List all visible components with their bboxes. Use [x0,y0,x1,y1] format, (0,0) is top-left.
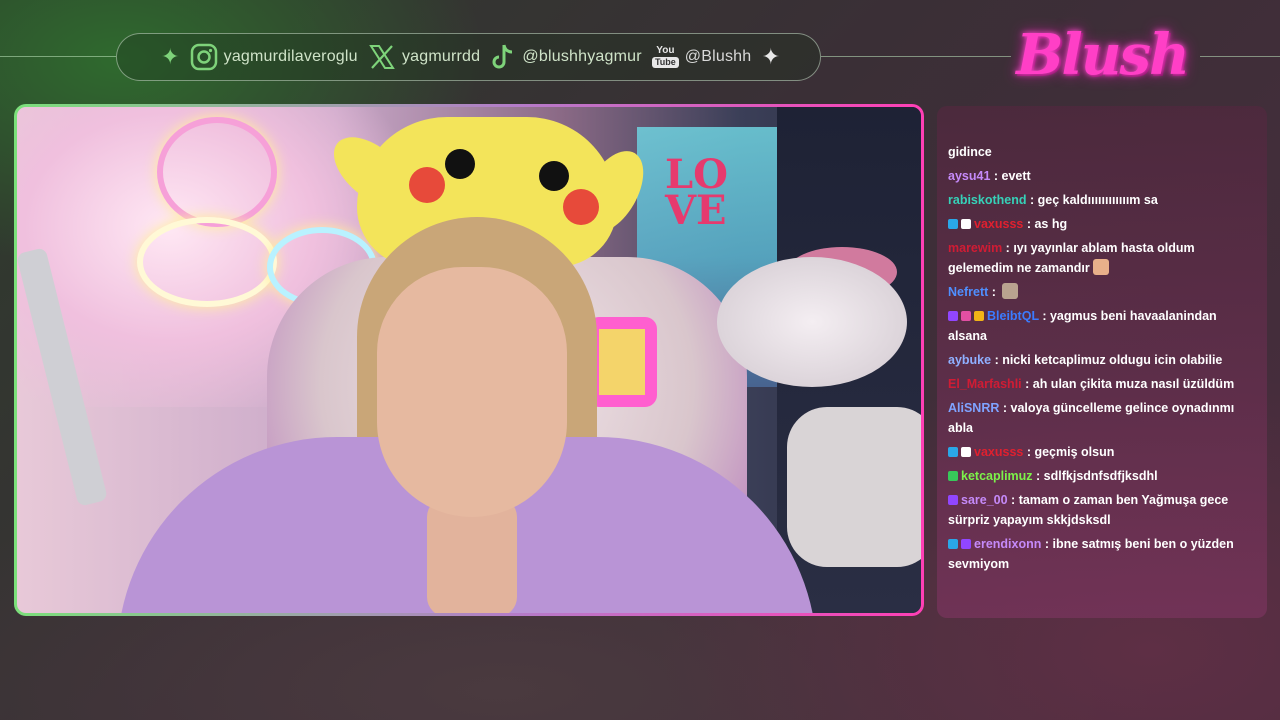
webcam-video: LO VE [17,107,921,613]
pikachu-cheek [409,167,445,203]
chat-badge-icon [948,219,958,229]
chat-emote-icon [1092,259,1109,275]
neon-sign [137,217,277,307]
chat-separator: : [1026,193,1038,207]
chat-username[interactable]: aysu41 [948,169,990,183]
chat-badge-icon [948,471,958,481]
chat-username[interactable]: vaxusss [974,217,1023,231]
chat-badge-icon [948,311,958,321]
chat-text: nicki ketcaplimuz oldugu icin olabilie [1002,353,1223,367]
instagram-handle: yagmurdilaveroglu [223,48,358,65]
chat-message: sare_00 : tamam o zaman ben Yağmuşa gece… [948,490,1257,530]
chat-separator: : [988,285,1000,299]
chat-message: erendixonn : ibne satmış beni ben o yüzd… [948,534,1257,574]
pikachu-eye [445,149,475,179]
chat-badge-icon [961,539,971,549]
sparkle-icon: ✦ [161,44,180,69]
unicorn-plush [717,257,907,387]
chat-username[interactable]: ketcaplimuz [961,469,1033,483]
chat-text: sdlfkjsdnfsdfjksdhl [1043,469,1158,483]
chat-badge-icon [948,447,958,457]
tiktok-icon [490,43,516,71]
chat-separator: : [1038,309,1050,323]
chat-username[interactable]: vaxusss [974,445,1023,459]
chat-badge-icon [948,495,958,505]
chat-separator: : [991,353,1003,367]
header-line-left [0,56,116,57]
youtube-handle: @Blushh [684,48,752,65]
chat-text: geç kaldıııııııııııım sa [1037,193,1158,207]
chat-message: ketcaplimuz : sdlfkjsdnfsdfjksdhl [948,466,1257,486]
pikachu-eye [539,161,569,191]
chat-username[interactable]: erendixonn [974,537,1041,551]
header-line-middle [821,56,1011,57]
chat-separator: : [999,401,1011,415]
social-tiktok: @blushhyagmur [490,43,642,71]
chat-username[interactable]: Nefrett [948,285,988,299]
chat-username[interactable]: rabiskothend [948,193,1027,207]
chat-text: evett [1001,169,1031,183]
chat-emote-icon [1002,283,1019,299]
neon-sign [157,117,277,227]
chat-separator: : [1002,241,1014,255]
chat-separator: : [1007,493,1019,507]
love-sign: LO VE [665,151,728,234]
instagram-icon [190,43,218,71]
chair-detail [587,317,657,407]
pet-bed [787,407,921,567]
chat-message: Nefrett : [948,282,1257,302]
chat-message: AliSNRR : valoya güncelleme gelince oyna… [948,398,1257,438]
chat-text: gidince [948,145,992,159]
youtube-badge-you: You [656,45,675,56]
chat-username[interactable]: marewim [948,241,1002,255]
chat-text: ah ulan çikita muza nasıl üzüldüm [1032,377,1235,391]
chat-badge-icon [961,219,971,229]
chat-separator: : [1041,537,1053,551]
chat-message: aybuke : nicki ketcaplimuz oldugu icin o… [948,350,1257,370]
social-instagram: yagmurdilaveroglu [190,43,358,71]
chat-message: gidince [948,142,1257,162]
chat-message: rabiskothend : geç kaldıııııııııııım sa [948,190,1257,210]
social-bar: ✦ yagmurdilaveroglu yagmurrdd @blushhyag… [116,33,821,81]
youtube-badge-tube: Tube [651,57,679,68]
x-handle: yagmurrdd [401,48,481,65]
chat-badge-icon [961,311,971,321]
chat-text: as hg [1034,217,1068,231]
chat-separator: : [990,169,1002,183]
youtube-icon: You Tube [651,45,679,68]
chat-message: vaxusss : as hg [948,214,1257,234]
chat-message: marewim : ıyı yayınlar ablam hasta oldum… [948,238,1257,278]
header-line-right [1200,56,1280,57]
sparkle-icon: ✦ [761,44,780,69]
chat-badge-icon [948,539,958,549]
chat-message: aysu41 : evett [948,166,1257,186]
chat-badge-icon [961,447,971,457]
webcam-frame: LO VE [14,104,924,616]
social-youtube: You Tube @Blushh [651,45,752,68]
chat-message: vaxusss : geçmiş olsun [948,442,1257,462]
chat-separator: : [1023,445,1035,459]
chat-username[interactable]: sare_00 [961,493,1008,507]
chat-separator: : [1023,217,1035,231]
chat-username[interactable]: El_Marfashli [948,377,1022,391]
chat-badge-icon [974,311,984,321]
chat-username[interactable]: AliSNRR [948,401,999,415]
chat-separator: : [1032,469,1044,483]
tiktok-handle: @blushhyagmur [522,48,642,65]
social-x: yagmurrdd [368,43,480,71]
chat-separator: : [1021,377,1033,391]
chat-username[interactable]: aybuke [948,353,991,367]
x-icon [368,43,396,71]
chat-panel[interactable]: gidince aysu41 : evett rabiskothend : geç … [937,106,1267,618]
chat-username[interactable]: BleibtQL [987,309,1039,323]
chat-text: geçmiş olsun [1034,445,1115,459]
blush-logo: Blush [1016,22,1190,88]
pikachu-cheek [563,189,599,225]
streamer-face [377,267,567,517]
chat-message: BleibtQL : yagmus beni havaalanindan als… [948,306,1257,346]
chat-message: El_Marfashli : ah ulan çikita muza nasıl… [948,374,1257,394]
